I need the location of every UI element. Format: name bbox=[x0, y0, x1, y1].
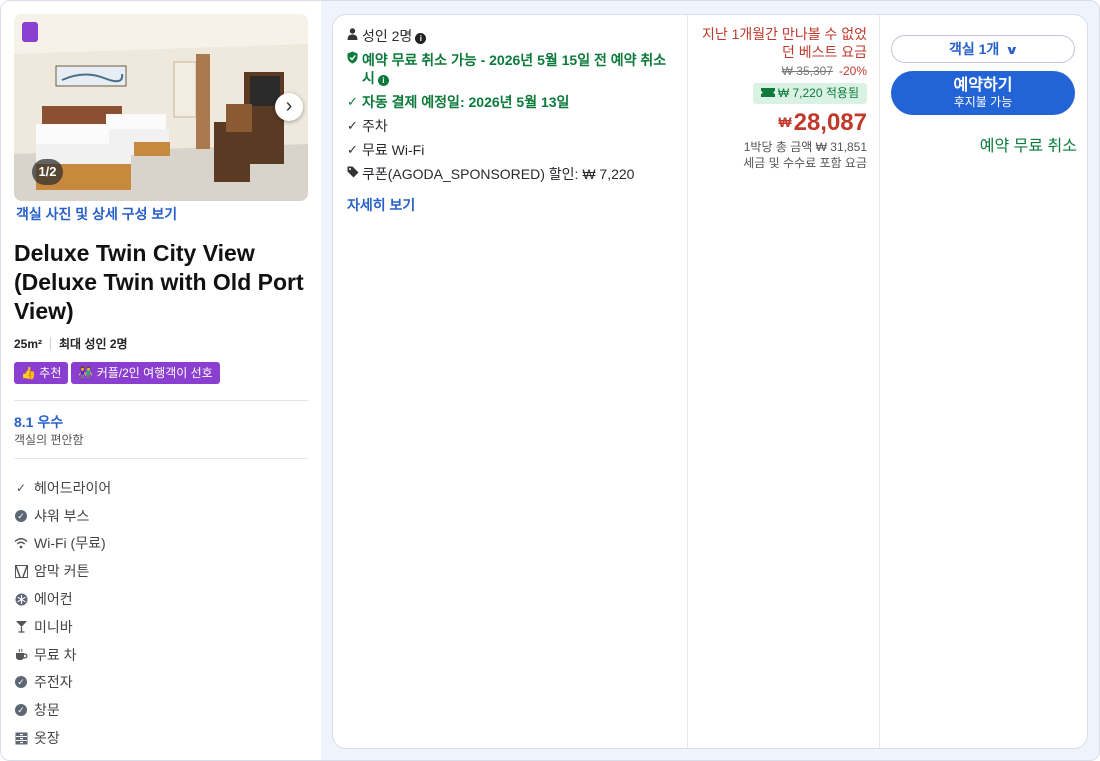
free-cancel-note: 예약 무료 취소 bbox=[979, 138, 1077, 155]
amenity-list: ✓ 헤어드라이어 ✓ 샤워 부스 Wi-Fi (무료) 암막 커튼 에어컨 미니바 … bbox=[14, 474, 111, 752]
check-circle-icon: ✓ bbox=[15, 509, 27, 522]
price-column: 지난 1개월간 만나볼 수 없었던 베스트 요금 ₩ 35,307 -20% ₩ … bbox=[687, 15, 879, 748]
tag-icon bbox=[347, 165, 362, 183]
benefit-parking: ✓ 주차 bbox=[347, 117, 677, 135]
room-photos-link[interactable]: 객실 사진 및 상세 구성 보기 bbox=[16, 204, 177, 224]
room-badges: 👍 추천 👫 커플/2인 여행객이 선호 bbox=[14, 362, 223, 384]
next-photo-button[interactable]: › bbox=[275, 93, 303, 121]
check-icon: ✓ bbox=[347, 94, 358, 109]
benefit-guests: 성인 2명 i bbox=[347, 27, 677, 45]
check-circle-icon: ✓ bbox=[15, 704, 27, 717]
amenity-label: 에어컨 bbox=[34, 591, 73, 608]
badge-couple: 👫 커플/2인 여행객이 선호 bbox=[71, 362, 220, 384]
book-button[interactable]: 예약하기 후지불 가능 bbox=[891, 71, 1075, 115]
check-circle-icon: ✓ bbox=[15, 676, 27, 689]
room-max-guests: 최대 성인 2명 bbox=[59, 337, 128, 351]
original-price: ₩ 35,307 -20% bbox=[782, 64, 867, 78]
amenity-item: 무료 차 bbox=[14, 641, 111, 669]
photo-counter: 1/2 bbox=[32, 159, 63, 185]
benefit-guests-label: 성인 2명 bbox=[362, 28, 413, 44]
offer-card: 성인 2명 i 예약 무료 취소 가능 - 2026년 5월 15일 전 예약 취… bbox=[332, 14, 1088, 749]
action-column: 객실 1개 ∨ 예약하기 후지불 가능 예약 무료 취소 bbox=[879, 15, 1087, 748]
amenity-item: ✓ 샤워 부스 bbox=[14, 502, 111, 530]
room-offer-frame: › 1/2 객실 사진 및 상세 구성 보기 Deluxe Twin City … bbox=[0, 0, 1100, 761]
benefit-free-cancel-label: 예약 무료 취소 가능 - 2026년 5월 15일 전 예약 취소 시 bbox=[362, 52, 667, 86]
benefit-free-cancel: 예약 무료 취소 가능 - 2026년 5월 15일 전 예약 취소 시i bbox=[347, 51, 677, 87]
benefit-coupon-label: 쿠폰(AGODA_SPONSORED) 할인: ₩ 7,220 bbox=[362, 166, 635, 182]
book-button-sublabel: 후지불 가능 bbox=[953, 95, 1013, 109]
room-size: 25m² bbox=[14, 337, 43, 351]
badge-recommended: 👍 추천 bbox=[14, 362, 69, 384]
amenity-label: 샤워 부스 bbox=[34, 507, 90, 524]
room-photo[interactable]: › 1/2 bbox=[14, 14, 308, 201]
divider bbox=[14, 458, 308, 459]
photo-tag-icon bbox=[22, 22, 38, 42]
room-info-panel: › 1/2 객실 사진 및 상세 구성 보기 Deluxe Twin City … bbox=[1, 1, 321, 760]
per-night-total: 1박당 총 금액 ₩ 31,851 bbox=[743, 140, 867, 154]
coupon-applied-badge: ₩ 7,220 적용됨 bbox=[752, 83, 867, 104]
coupon-applied-label: ₩ 7,220 적용됨 bbox=[777, 86, 859, 100]
info-icon[interactable]: i bbox=[415, 33, 427, 44]
amenity-label: Wi-Fi (무료) bbox=[34, 535, 106, 552]
tax-note: 세금 및 수수료 포함 요금 bbox=[743, 156, 867, 170]
price-notes: 1박당 총 금액 ₩ 31,851 세금 및 수수료 포함 요금 bbox=[743, 139, 867, 171]
benefit-list: 성인 2명 i 예약 무료 취소 가능 - 2026년 5월 15일 전 예약 취… bbox=[347, 27, 677, 189]
benefit-parking-label: 주차 bbox=[362, 118, 388, 134]
check-icon: ✓ bbox=[15, 480, 27, 495]
shield-check-icon bbox=[347, 51, 362, 69]
details-link[interactable]: 자세히 보기 bbox=[347, 195, 415, 215]
wardrobe-icon bbox=[14, 731, 28, 745]
room-meta: 25m² 최대 성인 2명 bbox=[14, 335, 128, 352]
discount-percent: -20% bbox=[838, 64, 867, 78]
amenity-label: 암막 커튼 bbox=[34, 563, 90, 580]
best-deal-text: 지난 1개월간 만나볼 수 없었던 베스트 요금 bbox=[701, 26, 867, 60]
amenity-item: 미니바 bbox=[14, 613, 111, 641]
final-price-value: 28,087 bbox=[793, 109, 867, 136]
badge-label: 커플/2인 여행객이 선호 bbox=[96, 366, 213, 380]
amenity-item: 옷장 bbox=[14, 724, 111, 752]
benefit-wifi: ✓ 무료 Wi-Fi bbox=[347, 141, 677, 159]
amenity-label: 무료 차 bbox=[34, 646, 77, 663]
amenity-label: 창문 bbox=[34, 702, 60, 719]
couple-icon: 👫 bbox=[78, 366, 94, 380]
ticket-icon bbox=[760, 86, 775, 100]
room-title: Deluxe Twin City View (Deluxe Twin with … bbox=[14, 240, 304, 324]
benefit-wifi-label: 무료 Wi-Fi bbox=[362, 142, 425, 158]
tea-icon bbox=[14, 648, 28, 662]
curtain-icon bbox=[14, 564, 28, 578]
benefit-coupon: 쿠폰(AGODA_SPONSORED) 할인: ₩ 7,220 bbox=[347, 165, 677, 183]
amenity-item: 에어컨 bbox=[14, 585, 111, 613]
amenity-item: ✓ 창문 bbox=[14, 696, 111, 724]
book-button-label: 예약하기 bbox=[953, 77, 1013, 94]
room-count-label: 객실 1개 bbox=[948, 41, 1000, 57]
amenity-item: Wi-Fi (무료) bbox=[14, 530, 111, 558]
room-score: 8.1 우수 bbox=[14, 414, 64, 430]
check-icon: ✓ bbox=[347, 118, 358, 133]
meta-divider bbox=[50, 337, 52, 350]
check-icon: ✓ bbox=[347, 142, 358, 157]
amenity-item: ✓ 헤어드라이어 bbox=[14, 474, 111, 502]
room-score-caption: 객실의 편안함 bbox=[14, 433, 84, 447]
chevron-down-icon: ∨ bbox=[1005, 43, 1019, 57]
room-count-select[interactable]: 객실 1개 ∨ bbox=[891, 35, 1075, 63]
cocktail-icon bbox=[14, 620, 28, 634]
amenity-label: 미니바 bbox=[34, 618, 73, 635]
wifi-icon bbox=[14, 536, 28, 550]
amenity-item: 암막 커튼 bbox=[14, 557, 111, 585]
strikethrough-price: ₩ 35,307 bbox=[781, 64, 833, 78]
snowflake-icon bbox=[14, 592, 28, 606]
amenity-label: 헤어드라이어 bbox=[34, 479, 112, 496]
info-icon[interactable]: i bbox=[377, 75, 389, 86]
benefit-auto-pay: ✓ 자동 결제 예정일: 2026년 5월 13일 bbox=[347, 93, 677, 111]
amenity-label: 주전자 bbox=[34, 674, 73, 691]
badge-label: 추천 bbox=[39, 366, 62, 380]
final-price: ₩28,087 bbox=[778, 109, 867, 137]
amenity-item: ✓ 주전자 bbox=[14, 669, 111, 697]
currency-symbol: ₩ bbox=[778, 114, 792, 130]
thumbs-up-icon: 👍 bbox=[21, 366, 36, 380]
divider bbox=[14, 400, 308, 401]
amenity-label: 옷장 bbox=[34, 730, 60, 747]
benefit-auto-pay-label: 자동 결제 예정일: 2026년 5월 13일 bbox=[362, 94, 570, 110]
person-icon bbox=[347, 27, 362, 45]
